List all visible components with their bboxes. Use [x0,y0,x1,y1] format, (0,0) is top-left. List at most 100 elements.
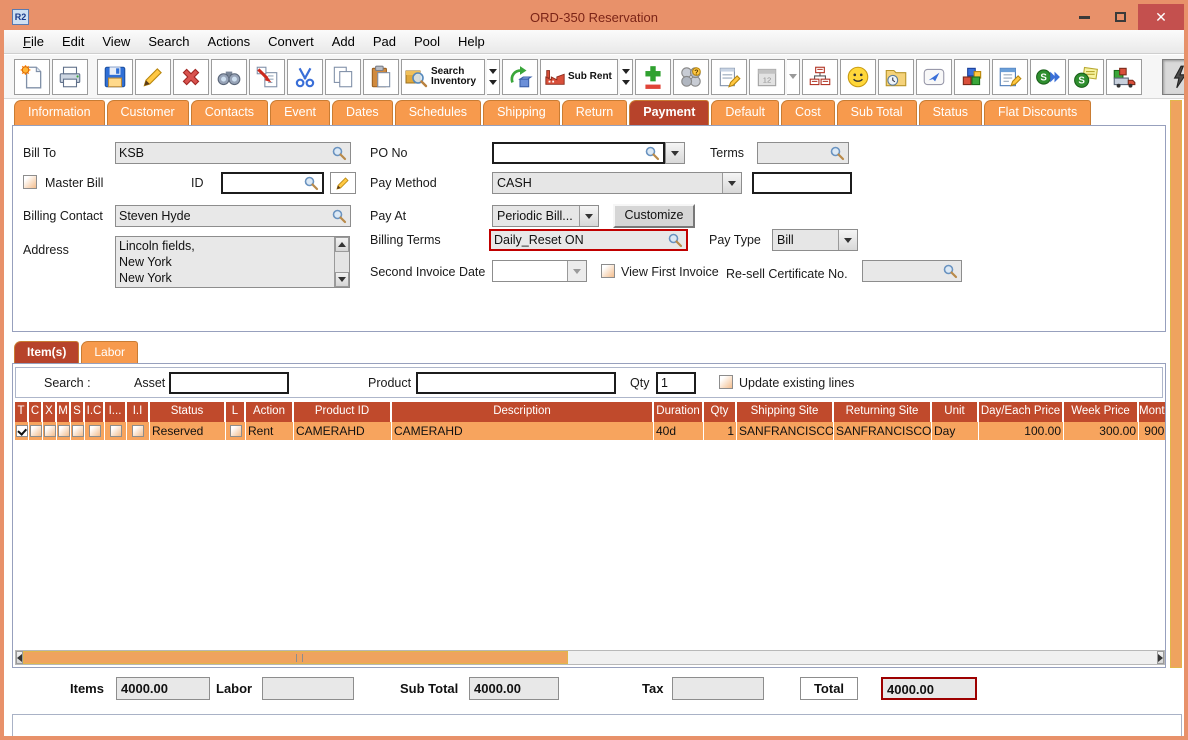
row-checkbox-x[interactable] [43,425,56,437]
col-header[interactable]: Month Price [1139,402,1165,422]
scroll-up-button[interactable] [335,237,349,252]
billing-contact-field[interactable]: Steven Hyde [115,205,351,227]
menu-file[interactable]: File [14,31,53,52]
search-icon[interactable] [331,145,347,161]
pay-type-combo[interactable]: Bill [772,229,858,251]
row-checkbox-s[interactable] [71,425,84,437]
copy-button[interactable] [325,58,361,95]
second-invoice-date-combo[interactable] [492,260,587,282]
search-icon[interactable] [303,175,319,191]
sub-total-field[interactable]: 4000.00 [469,677,559,700]
col-header[interactable]: Returning Site [834,402,932,422]
cell-returning-site[interactable]: SANFRANCISCO [834,422,932,441]
tab-contacts[interactable]: Contacts [190,100,269,125]
menu-edit[interactable]: Edit [53,31,93,52]
menu-actions[interactable]: Actions [199,31,260,52]
cell-description[interactable]: CAMERAHD [392,422,654,441]
col-header[interactable]: Shipping Site [737,402,834,422]
col-header[interactable]: S [71,402,85,422]
product-input[interactable] [416,372,616,394]
delete-button[interactable] [173,58,209,95]
tab-customer[interactable]: Customer [106,100,189,125]
row-checkbox-c[interactable] [29,425,42,437]
search-icon[interactable] [942,263,958,279]
scroll-right-button[interactable] [1157,651,1164,664]
combo-arrow-button[interactable] [579,206,598,226]
row-checkbox-t[interactable] [15,425,28,437]
pay-method-combo[interactable]: CASH [492,172,742,194]
row-checkbox-m[interactable] [57,425,70,437]
cell-day-each-price[interactable]: 100.00 [979,422,1064,441]
tab-return[interactable]: Return [561,100,628,125]
cell-status[interactable]: Reserved [150,422,226,441]
tab-items[interactable]: Item(s) [14,341,80,363]
convert-button[interactable] [502,58,538,95]
address-scrollbar[interactable] [334,237,349,287]
tab-dates[interactable]: Dates [332,100,393,125]
tab-event[interactable]: Event [270,100,331,125]
print-button[interactable] [52,58,88,95]
menu-add[interactable]: Add [323,31,364,52]
pay-method-extra-field[interactable] [752,172,852,194]
view-first-invoice-checkbox[interactable] [601,264,615,278]
col-header[interactable]: C [29,402,43,422]
col-header[interactable]: I.C [85,402,105,422]
pay-at-combo[interactable]: Periodic Bill... [492,205,599,227]
inventory-cubes-button[interactable] [953,58,990,95]
items-horizontal-scrollbar[interactable] [15,650,1165,665]
total-field[interactable]: 4000.00 [881,677,977,700]
maximize-button[interactable] [1102,4,1138,30]
calendar-dropdown[interactable] [786,58,800,95]
tab-cost[interactable]: Cost [780,100,835,125]
col-header[interactable]: I.I [127,402,150,422]
row-checkbox-l[interactable] [229,425,242,437]
cell-qty[interactable]: 1 [704,422,737,441]
row-checkbox-idot[interactable] [109,425,122,437]
menu-pool[interactable]: Pool [405,31,449,52]
menu-pad[interactable]: Pad [364,31,405,52]
minimize-button[interactable] [1066,4,1102,30]
customize-button[interactable]: Customize [613,204,695,228]
send-key-button[interactable] [915,58,952,95]
col-header[interactable]: Day/Each Price [979,402,1064,422]
scroll-down-button[interactable] [335,272,349,287]
folder-history-button[interactable] [877,58,914,95]
save-button[interactable] [97,58,133,95]
tab-payment[interactable]: Payment [629,100,710,125]
org-chart-button[interactable] [801,58,838,95]
cell-action[interactable]: Rent [246,422,294,441]
billing-terms-field[interactable]: Daily_Reset ON [489,229,688,251]
transfer-button[interactable] [249,58,285,95]
smiley-button[interactable] [839,58,876,95]
col-header[interactable]: Unit [932,402,979,422]
search-inventory-button[interactable]: Search Inventory [401,58,485,95]
master-bill-checkbox[interactable] [23,175,37,189]
close-button[interactable]: ✕ [1138,4,1184,30]
col-header[interactable]: Description [392,402,654,422]
bill-to-field[interactable]: KSB [115,142,351,164]
tab-status[interactable]: Status [918,100,983,125]
col-header[interactable]: X [43,402,57,422]
search-inventory-dropdown[interactable] [487,58,500,95]
paste-button[interactable] [363,58,399,95]
address-box[interactable]: Lincoln fields, New York New York [115,236,350,288]
calendar-button[interactable]: 12 [748,58,785,95]
cell-product-id[interactable]: CAMERAHD [294,422,392,441]
labor-total-field[interactable] [262,677,354,700]
tab-information[interactable]: Information [14,100,105,125]
id-field[interactable] [221,172,324,194]
combo-arrow-button[interactable] [838,230,857,250]
cut-button[interactable] [287,58,323,95]
search-icon[interactable] [331,208,347,224]
col-header[interactable]: Product ID [294,402,392,422]
col-header[interactable]: I... [105,402,127,422]
col-header[interactable]: M [57,402,71,422]
tab-labor[interactable]: Labor [81,341,139,363]
search-icon[interactable] [667,232,683,248]
table-row[interactable]: Reserved Rent CAMERAHD CAMERAHD 40d 1 SA… [15,422,1165,441]
tab-shipping[interactable]: Shipping [483,100,560,125]
col-header[interactable]: Week Price [1064,402,1139,422]
new-document-button[interactable] [14,58,50,95]
menu-view[interactable]: View [93,31,139,52]
terms-field[interactable] [757,142,849,164]
